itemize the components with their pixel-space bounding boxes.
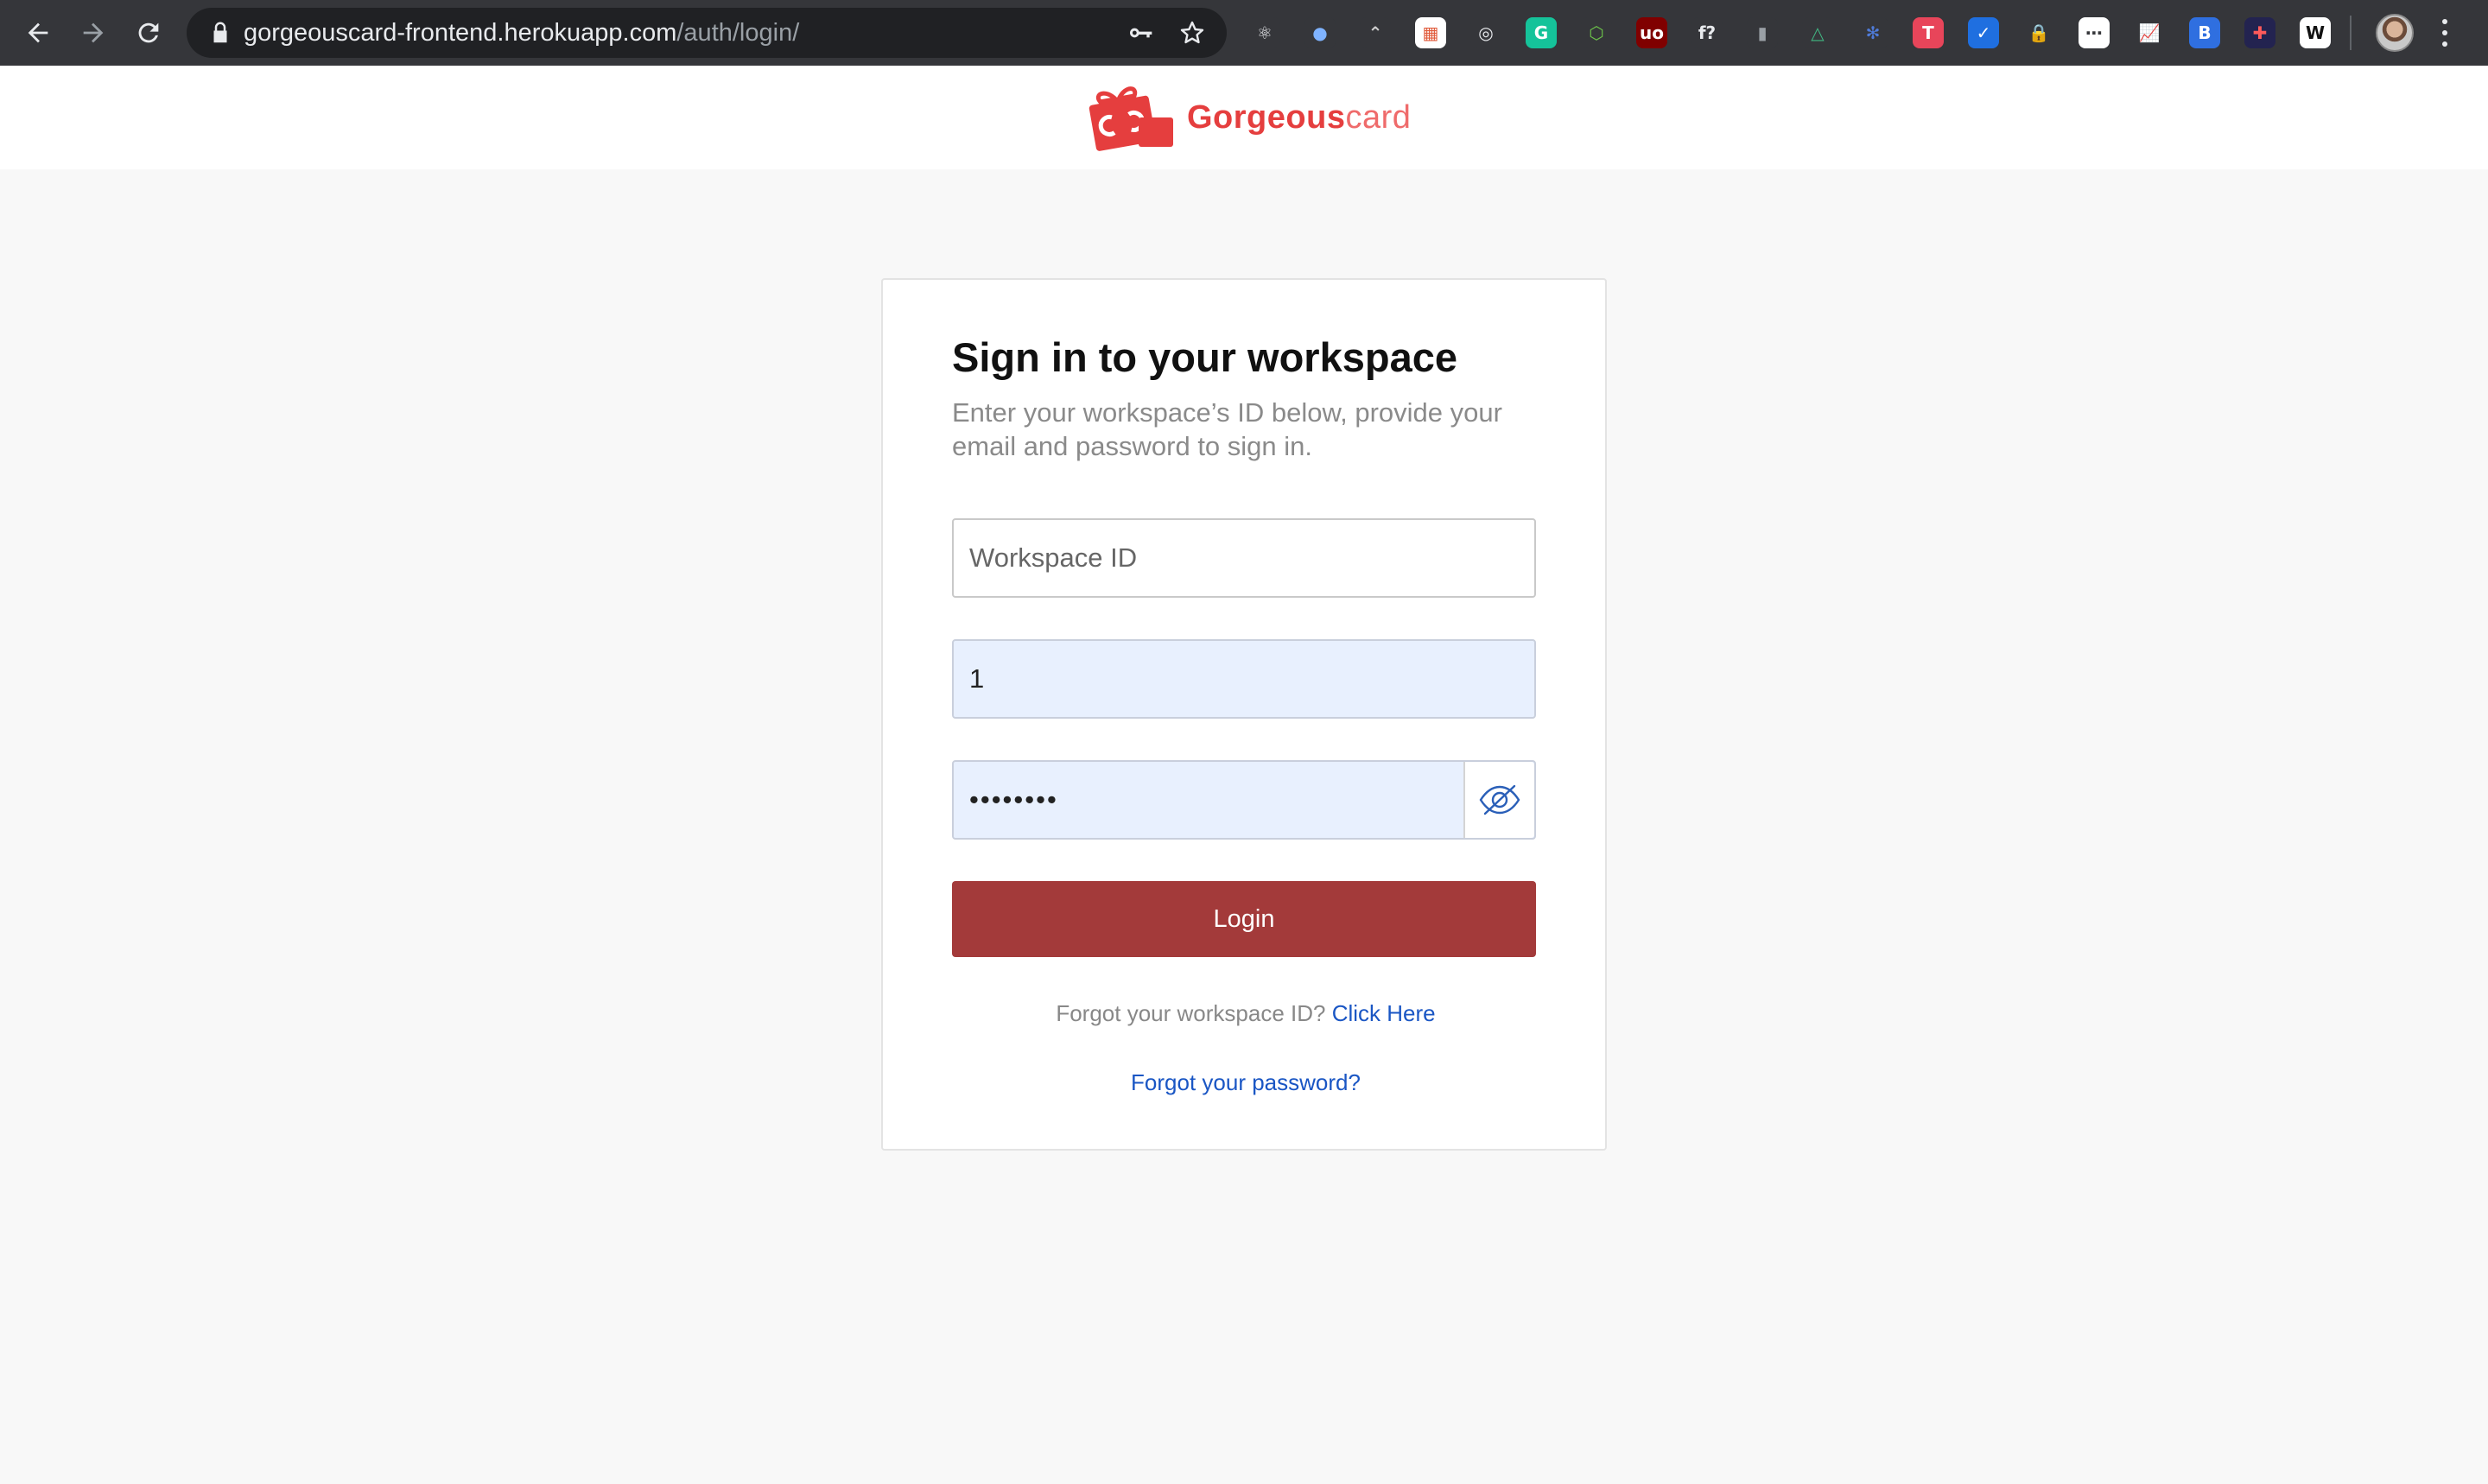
url-text: gorgeouscard-frontend.herokuapp.com/auth… [244,19,800,47]
gift-logo-icon [1088,86,1173,151]
login-card: Sign in to your workspace Enter your wor… [881,278,1607,1151]
extension-w-icon[interactable]: W [2300,17,2331,48]
login-button[interactable]: Login [952,881,1536,957]
forgot-password-link[interactable]: Forgot your password? [1131,1069,1361,1095]
browser-toolbar: gorgeouscard-frontend.herokuapp.com/auth… [0,0,2488,66]
address-bar[interactable]: gorgeouscard-frontend.herokuapp.com/auth… [187,8,1227,58]
forgot-workspace-text: Forgot your workspace ID? [1056,1000,1326,1026]
nodejs-icon[interactable]: ⬡ [1581,17,1612,48]
reload-button[interactable] [130,14,168,52]
extension-target-icon[interactable]: ◎ [1470,17,1501,48]
extension-bars-icon[interactable]: ▮ [1747,17,1778,48]
extension-gear-icon[interactable]: ✻ [1857,17,1888,48]
profile-avatar[interactable] [2376,14,2414,52]
react-devtools-icon[interactable]: ⚛ [1249,17,1280,48]
forgot-workspace-link[interactable]: Click Here [1332,1000,1436,1026]
extension-chart-icon[interactable]: 📈 [2134,17,2165,48]
site-logo[interactable]: Gorgeouscard [1087,83,1411,152]
password-input[interactable] [954,762,1465,838]
page-subtitle: Enter your workspace’s ID below, provide… [952,397,1502,461]
email-field [952,639,1536,719]
toggle-password-button[interactable] [1463,762,1534,838]
extension-color-icon[interactable]: ✚ [2244,17,2275,48]
email-input[interactable] [954,641,1534,717]
extension-blue-icon[interactable]: B [2189,17,2220,48]
arrow-left-icon [28,22,48,43]
workspace-id-field [952,518,1536,598]
lock-icon [213,22,227,43]
star-icon[interactable] [1178,19,1206,47]
eye-slash-icon [1479,784,1520,815]
browser-menu-button[interactable] [2436,16,2453,50]
vue-devtools-icon[interactable]: △ [1802,17,1833,48]
ublock-icon[interactable]: uo [1636,17,1667,48]
extension-dots-icon[interactable]: ⋯ [2079,17,2110,48]
key-icon[interactable] [1127,19,1154,47]
forgot-password-row: Forgot your password? [883,1069,1609,1096]
whatfont-icon[interactable]: f? [1691,17,1723,48]
password-field [952,760,1536,840]
back-button[interactable] [19,14,57,52]
workspace-id-input[interactable] [954,520,1534,596]
toolbar-divider [2350,16,2352,50]
extension-badge-icon[interactable]: ▦ [1415,17,1446,48]
arrow-right-icon [83,22,104,43]
grammarly-icon[interactable]: G [1526,17,1557,48]
page-title: Sign in to your workspace [952,334,1457,380]
extension-check-icon[interactable]: ✓ [1968,17,1999,48]
forward-button[interactable] [74,14,112,52]
extension-lock-icon[interactable]: 🔒 [2023,17,2054,48]
extension-circle-icon[interactable]: ● [1304,17,1336,48]
forgot-workspace-row: Forgot your workspace ID? Click Here [883,1000,1609,1027]
reload-icon [138,22,159,43]
logo-text: Gorgeouscard [1187,98,1412,136]
extension-wave-icon[interactable]: ⌃ [1360,17,1391,48]
extension-pink-icon[interactable]: T [1913,17,1944,48]
